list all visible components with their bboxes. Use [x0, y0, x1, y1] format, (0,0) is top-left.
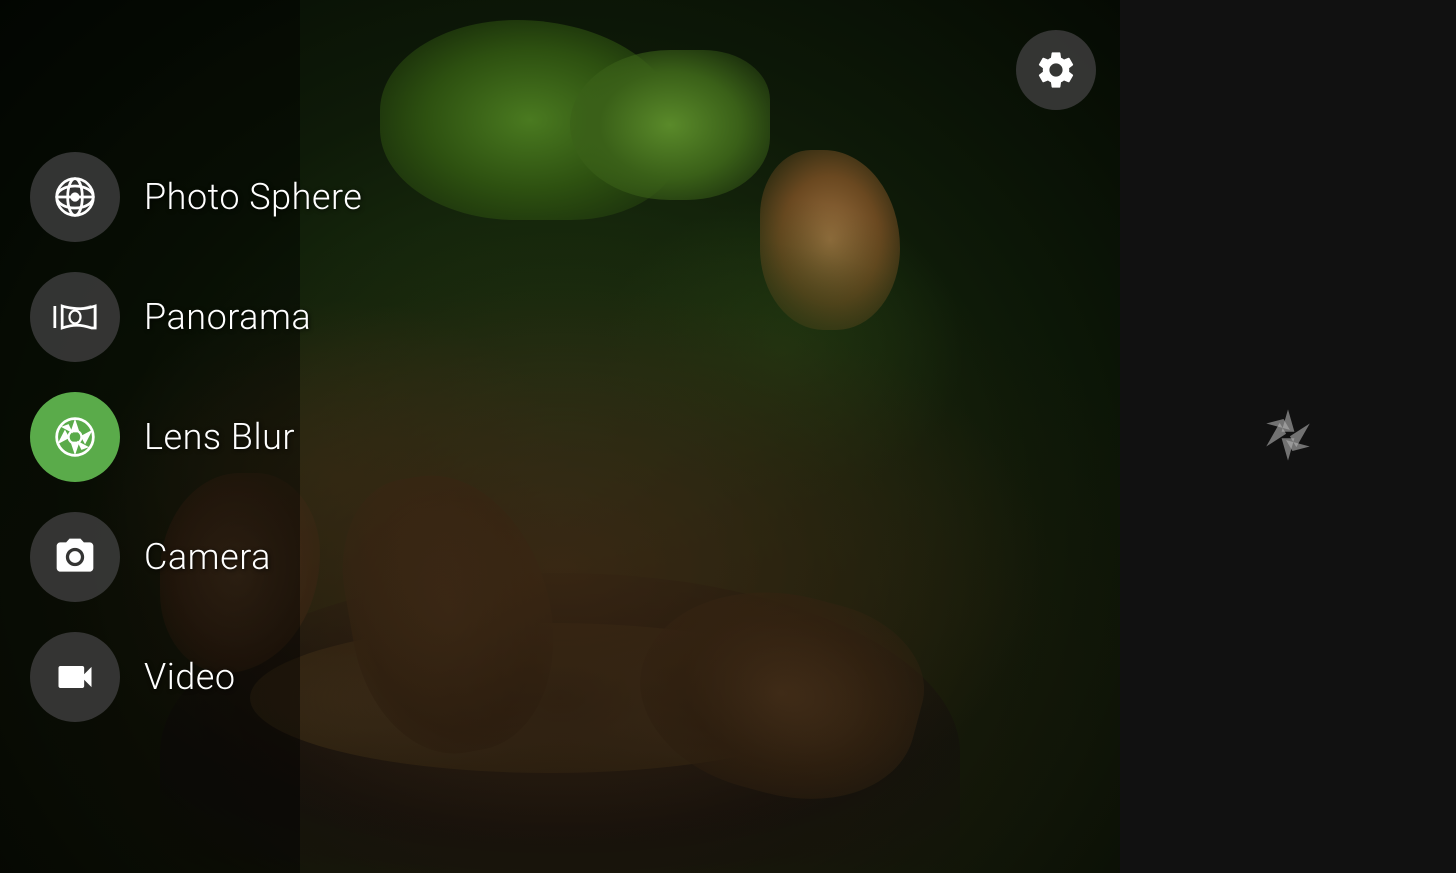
menu-item-panorama[interactable]: Panorama — [30, 272, 362, 362]
camera-icon-circle — [30, 512, 120, 602]
video-icon-circle — [30, 632, 120, 722]
menu-item-lens-blur[interactable]: Lens Blur — [30, 392, 362, 482]
video-label: Video — [144, 656, 236, 698]
panorama-icon — [53, 295, 97, 339]
menu-item-camera[interactable]: Camera — [30, 512, 362, 602]
right-panel — [1120, 0, 1456, 873]
panorama-label: Panorama — [144, 296, 311, 338]
shutter-button[interactable] — [1256, 403, 1320, 471]
camera-icon — [53, 535, 97, 579]
lens-blur-icon-circle — [30, 392, 120, 482]
photo-sphere-icon-circle — [30, 152, 120, 242]
lens-blur-icon — [53, 415, 97, 459]
photo-sphere-icon — [53, 175, 97, 219]
camera-label: Camera — [144, 536, 271, 578]
settings-button[interactable] — [1016, 30, 1096, 110]
lens-blur-label: Lens Blur — [144, 416, 295, 458]
menu-item-video[interactable]: Video — [30, 632, 362, 722]
video-icon — [53, 655, 97, 699]
menu-item-photo-sphere[interactable]: Photo Sphere — [30, 152, 362, 242]
panorama-icon-circle — [30, 272, 120, 362]
gear-icon — [1034, 48, 1078, 92]
photo-sphere-label: Photo Sphere — [144, 176, 362, 218]
shutter-icon — [1256, 403, 1320, 467]
camera-mode-menu: Photo Sphere Panorama — [30, 152, 362, 722]
